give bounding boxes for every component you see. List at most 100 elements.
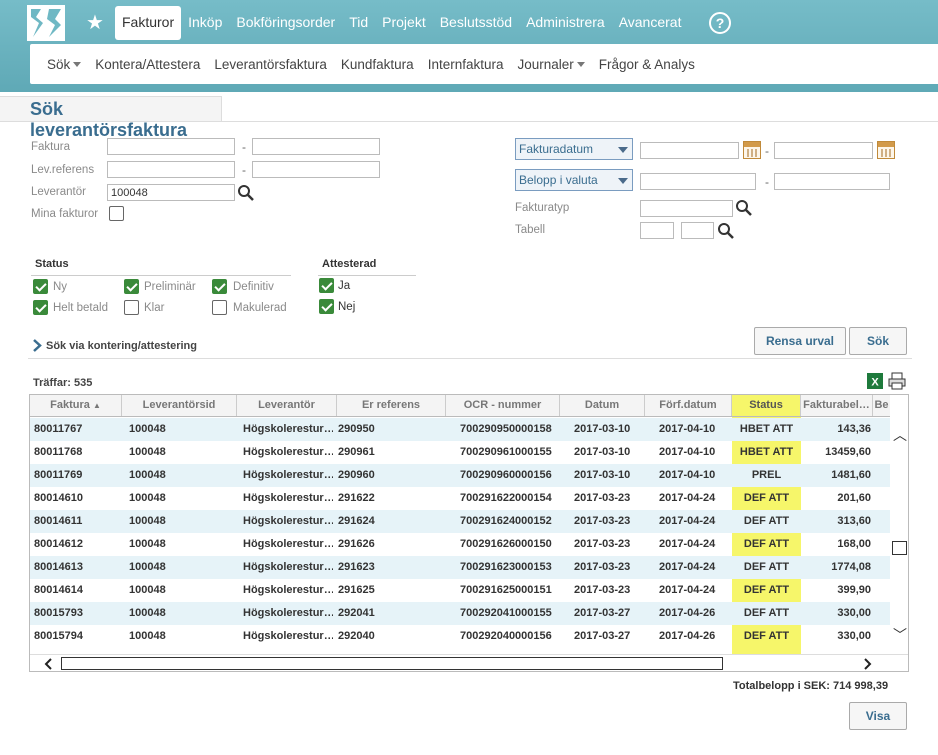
cell-leverantorsid: 100048 [129, 538, 166, 550]
calendar-icon[interactable] [743, 141, 761, 159]
print-icon[interactable] [888, 372, 906, 390]
subnav-item-fragor[interactable]: Frågor & Analys [592, 57, 702, 72]
cell-status: HBET ATT [739, 446, 794, 458]
table-row[interactable]: 80015794 100048 Högskolerestur… 292040 70029… [30, 625, 890, 648]
tabell-input-2[interactable] [681, 222, 714, 239]
nav-item-projekt[interactable]: Projekt [375, 6, 433, 40]
status-ny-checkbox[interactable] [33, 279, 48, 294]
nav-item-beslutsstod[interactable]: Beslutsstöd [433, 6, 519, 40]
horizontal-scrollbar[interactable] [30, 654, 908, 671]
column-header-faktura[interactable]: Faktura ▲ [30, 395, 122, 416]
scroll-up-icon[interactable]: ︿ [893, 425, 907, 445]
status-definitiv-checkbox[interactable] [212, 279, 227, 294]
table-row[interactable]: 80011769 100048 Högskolerestur… 290960 70029… [30, 464, 890, 487]
amount-type-dropdown[interactable]: Belopp i valuta [515, 169, 633, 191]
column-header-leverantorsid[interactable]: Leverantörsid [122, 395, 237, 416]
cell-datum: 2017-03-10 [574, 469, 631, 481]
status-preliminar-checkbox[interactable] [124, 279, 139, 294]
rensa-urval-button[interactable]: Rensa urval [754, 327, 846, 355]
date-to-input[interactable] [774, 142, 873, 159]
nav-item-tid[interactable]: Tid [342, 6, 375, 40]
nav-item-bokforingsorder[interactable]: Bokföringsorder [229, 6, 342, 40]
scroll-down-icon[interactable]: ﹀ [893, 625, 907, 645]
cell-datum: 2017-03-27 [574, 630, 631, 642]
search-icon[interactable] [237, 184, 255, 202]
cell-ocr: 700291622000154 [460, 492, 552, 504]
cell-leverantor: Högskolerestur… [243, 538, 333, 550]
search-icon[interactable] [717, 222, 735, 240]
scroll-thumb[interactable] [892, 541, 907, 555]
scroll-right-icon[interactable] [863, 658, 872, 670]
scroll-left-icon[interactable] [44, 658, 53, 670]
table-row[interactable]: 80014613 100048 Högskolerestur… 291623 70029… [30, 556, 890, 579]
scroll-thumb-horizontal[interactable] [61, 657, 723, 670]
subnav-item-kontera[interactable]: Kontera/Attestera [88, 57, 207, 72]
subnav-item-internfaktura[interactable]: Internfaktura [421, 57, 511, 72]
column-header-er-referens[interactable]: Er referens [337, 395, 446, 416]
table-row[interactable]: 80011768 100048 Högskolerestur… 290961 70029… [30, 441, 890, 464]
status-klar-checkbox[interactable] [124, 300, 139, 315]
column-header-be[interactable]: Be [873, 395, 890, 416]
column-header-datum[interactable]: Datum [560, 395, 645, 416]
table-row[interactable]: 80015793 100048 Högskolerestur… 292041 70029… [30, 602, 890, 625]
attesterad-divider [318, 275, 416, 276]
table-row[interactable]: 80011767 100048 Högskolerestur… 290950 70029… [30, 418, 890, 441]
vertical-scrollbar[interactable]: ︿ ﹀ [890, 417, 908, 657]
column-header-forfdatum[interactable]: Förf.datum [645, 395, 732, 416]
levref-from-input[interactable] [107, 161, 235, 178]
status-helt-betald-checkbox[interactable] [33, 300, 48, 315]
column-header-status[interactable]: Status [732, 395, 801, 416]
search-icon[interactable] [735, 199, 753, 217]
levref-to-input[interactable] [252, 161, 380, 178]
status-makulerad-checkbox[interactable] [212, 300, 227, 315]
subnav-item-journaler[interactable]: Journaler [511, 57, 592, 72]
help-icon[interactable]: ? [709, 12, 731, 34]
table-row[interactable]: 80014611 100048 Högskolerestur… 291624 70029… [30, 510, 890, 533]
nav-item-administrera[interactable]: Administrera [519, 6, 612, 40]
faktura-from-input[interactable] [107, 138, 235, 155]
table-row[interactable]: 80014610 100048 Högskolerestur… 291622 70029… [30, 487, 890, 510]
cell-ocr: 700290960000156 [460, 469, 552, 481]
cell-forfdatum: 2017-04-24 [659, 561, 716, 573]
column-header-leverantor[interactable]: Leverantör [237, 395, 337, 416]
amount-from-input[interactable] [640, 173, 756, 190]
tabell-input-1[interactable] [640, 222, 674, 239]
cell-forfdatum: 2017-04-24 [659, 584, 716, 596]
cell-leverantorsid: 100048 [129, 630, 166, 642]
nav-item-avancerat[interactable]: Avancerat [612, 6, 689, 40]
mina-fakturor-label: Mina fakturor [31, 208, 99, 220]
cell-er-referens: 291626 [338, 538, 375, 550]
favorites-star-icon[interactable]: ★ [86, 10, 104, 34]
attesterad-ja-checkbox[interactable] [319, 278, 334, 293]
date-from-input[interactable] [640, 142, 739, 159]
cell-ocr: 700291625000151 [460, 584, 552, 596]
date-type-dropdown[interactable]: Fakturadatum [515, 138, 633, 160]
subnav-item-sok[interactable]: Sök [40, 57, 88, 72]
table-row[interactable]: 80014612 100048 Högskolerestur… 291626 70029… [30, 533, 890, 556]
app-logo-icon[interactable] [27, 5, 65, 41]
subnav-item-leverantorsfaktura[interactable]: Leverantörsfaktura [207, 57, 334, 72]
page-title-bar: Sök leverantörsfaktura [0, 96, 222, 140]
amount-to-input[interactable] [774, 173, 890, 190]
mina-fakturor-checkbox[interactable] [109, 206, 124, 221]
fakturatyp-input[interactable] [640, 200, 733, 217]
faktura-to-input[interactable] [252, 138, 380, 155]
visa-button[interactable]: Visa [849, 702, 907, 730]
cell-faktura: 80015794 [34, 630, 83, 642]
sok-button[interactable]: Sök [849, 327, 907, 355]
attesterad-nej-checkbox[interactable] [319, 299, 334, 314]
nav-item-inkop[interactable]: Inköp [181, 6, 229, 40]
column-header-ocr[interactable]: OCR - nummer [446, 395, 560, 416]
subnav-item-kundfaktura[interactable]: Kundfaktura [334, 57, 421, 72]
cell-fakturabelopp: 330,00 [837, 607, 871, 619]
section-divider [28, 358, 912, 359]
cell-er-referens: 292040 [338, 630, 375, 642]
excel-export-icon[interactable]: X [866, 372, 884, 390]
column-header-fakturabelopp[interactable]: Fakturabel… [801, 395, 873, 416]
leverantor-input[interactable] [107, 184, 235, 201]
calendar-icon[interactable] [877, 141, 895, 159]
leverantor-label: Leverantör [31, 186, 86, 198]
nav-item-fakturor[interactable]: Fakturor [115, 6, 182, 40]
cell-datum: 2017-03-23 [574, 584, 631, 596]
table-row[interactable]: 80014614 100048 Högskolerestur… 291625 70029… [30, 579, 890, 602]
